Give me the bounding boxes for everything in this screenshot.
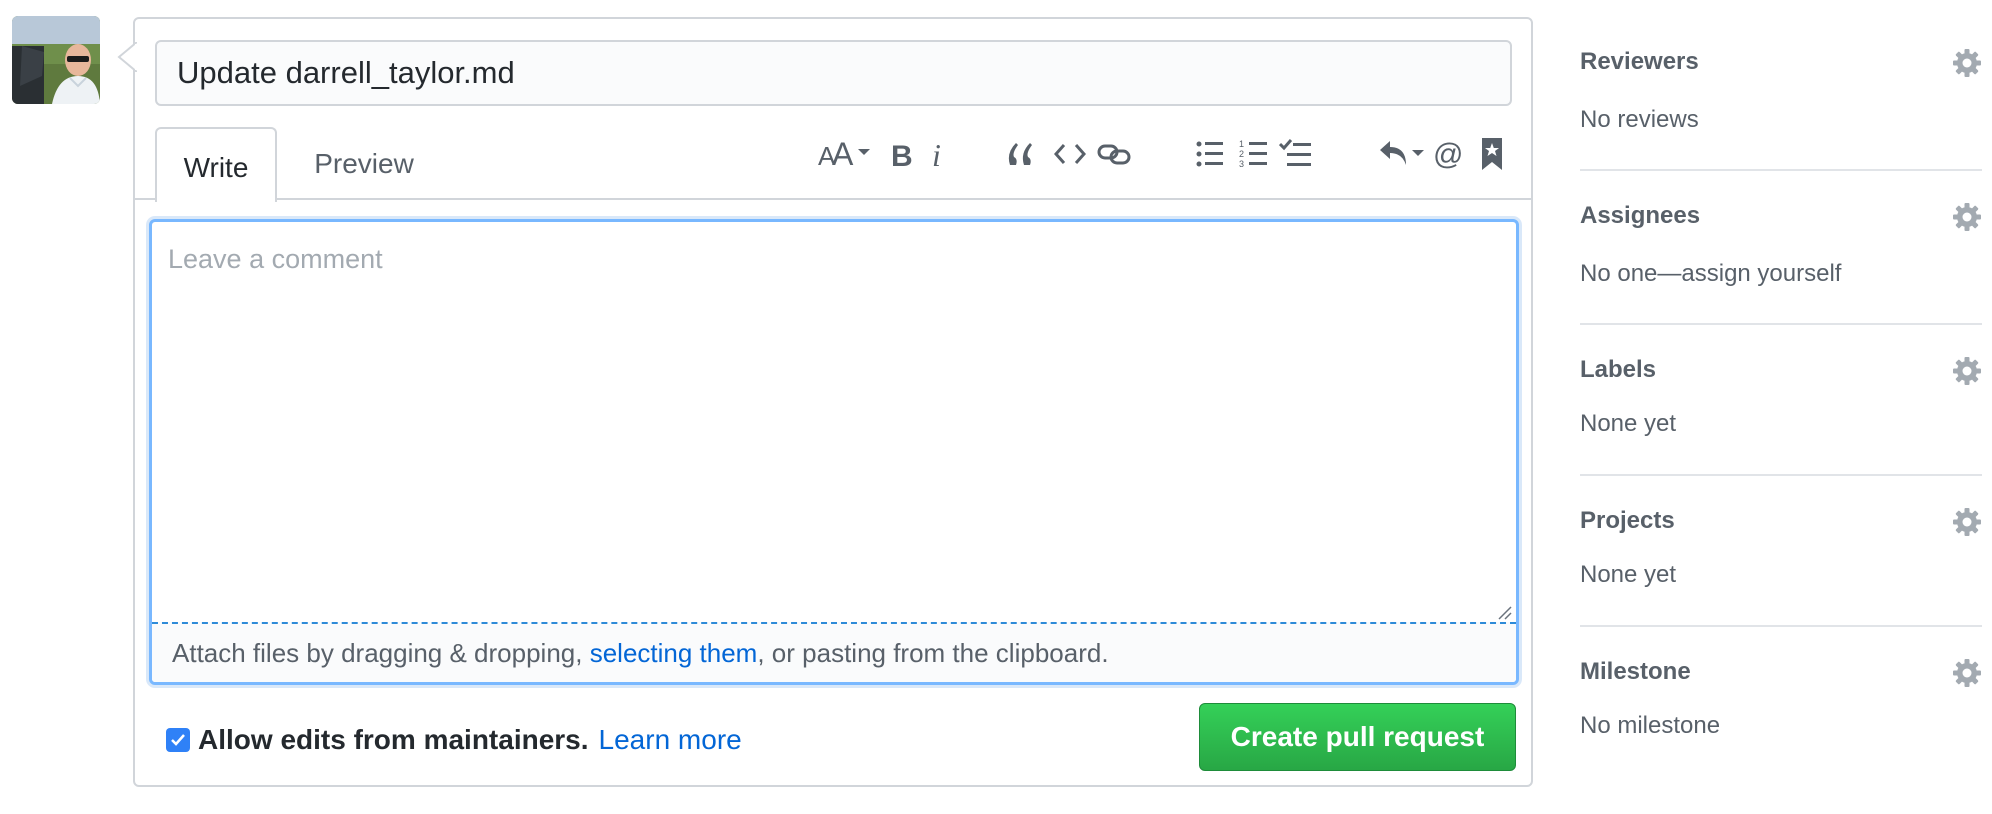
- svg-text:B: B: [891, 140, 913, 171]
- link-icon[interactable]: [1094, 134, 1134, 174]
- mention-icon[interactable]: @: [1428, 134, 1468, 174]
- allow-edits-checkbox[interactable]: [166, 728, 190, 752]
- select-files-link[interactable]: selecting them: [590, 638, 758, 668]
- labels-title[interactable]: Labels: [1580, 356, 1656, 384]
- resize-grip-icon[interactable]: [1496, 604, 1512, 620]
- check-icon: [171, 734, 185, 746]
- reviewers-title[interactable]: Reviewers: [1580, 48, 1699, 76]
- bullet-list-icon[interactable]: [1190, 134, 1230, 174]
- form-caret: [117, 42, 137, 72]
- gear-icon[interactable]: [1952, 202, 1982, 232]
- italic-icon[interactable]: i: [918, 134, 958, 174]
- pr-title-input[interactable]: [155, 40, 1512, 106]
- sidebar-divider: [1580, 323, 1982, 325]
- svg-text:@: @: [1433, 138, 1463, 170]
- projects-value: None yet: [1580, 561, 1677, 588]
- sidebar-divider: [1580, 625, 1982, 627]
- user-avatar[interactable]: [12, 16, 100, 104]
- create-pull-request-button[interactable]: Create pull request: [1199, 703, 1516, 771]
- sidebar-labels: Labels None yet: [1580, 352, 1982, 462]
- attach-files-bar[interactable]: Attach files by dragging & dropping, sel…: [152, 622, 1516, 682]
- gear-icon[interactable]: [1952, 356, 1982, 386]
- assignees-title[interactable]: Assignees: [1580, 202, 1700, 230]
- learn-more-link[interactable]: Learn more: [599, 724, 742, 756]
- gear-icon[interactable]: [1952, 507, 1982, 537]
- labels-value: None yet: [1580, 410, 1677, 437]
- allow-edits-row: Allow edits from maintainers. Learn more: [166, 720, 742, 760]
- comment-area: Attach files by dragging & dropping, sel…: [149, 219, 1519, 685]
- code-icon[interactable]: [1050, 134, 1090, 174]
- sidebar-milestone: Milestone No milestone: [1580, 654, 1982, 764]
- text-size-icon[interactable]: A A: [818, 134, 874, 174]
- quote-icon[interactable]: [1000, 134, 1040, 174]
- svg-text:3: 3: [1239, 159, 1244, 169]
- bold-icon[interactable]: B: [883, 134, 923, 174]
- milestone-title[interactable]: Milestone: [1580, 658, 1691, 686]
- reviewers-value: No reviews: [1580, 106, 1699, 133]
- attach-text-before: Attach files by dragging & dropping,: [172, 638, 590, 668]
- numbered-list-icon[interactable]: 1 2 3: [1234, 134, 1274, 174]
- sidebar-assignees: Assignees No one—assign yourself: [1580, 198, 1982, 318]
- sidebar-projects: Projects None yet: [1580, 503, 1982, 613]
- svg-text:2: 2: [1239, 149, 1244, 159]
- tab-preview[interactable]: Preview: [293, 127, 435, 200]
- svg-text:A: A: [832, 137, 854, 171]
- allow-edits-label[interactable]: Allow edits from maintainers.: [198, 724, 589, 756]
- comment-textarea[interactable]: [152, 222, 1516, 622]
- sidebar-divider: [1580, 169, 1982, 171]
- svg-text:i: i: [932, 137, 941, 171]
- sidebar-divider: [1580, 474, 1982, 476]
- gear-icon[interactable]: [1952, 658, 1982, 688]
- tab-write[interactable]: Write: [155, 127, 277, 202]
- projects-title[interactable]: Projects: [1580, 507, 1675, 535]
- milestone-value: No milestone: [1580, 712, 1721, 739]
- attach-text-after: , or pasting from the clipboard.: [757, 638, 1109, 668]
- svg-text:1: 1: [1239, 139, 1244, 149]
- task-list-icon[interactable]: [1276, 134, 1316, 174]
- reply-icon[interactable]: [1378, 134, 1426, 174]
- saved-reply-icon[interactable]: [1472, 134, 1512, 174]
- assignees-value[interactable]: No one—assign yourself: [1580, 260, 1841, 288]
- gear-icon[interactable]: [1952, 48, 1982, 78]
- sidebar-reviewers: Reviewers No reviews: [1580, 44, 1982, 164]
